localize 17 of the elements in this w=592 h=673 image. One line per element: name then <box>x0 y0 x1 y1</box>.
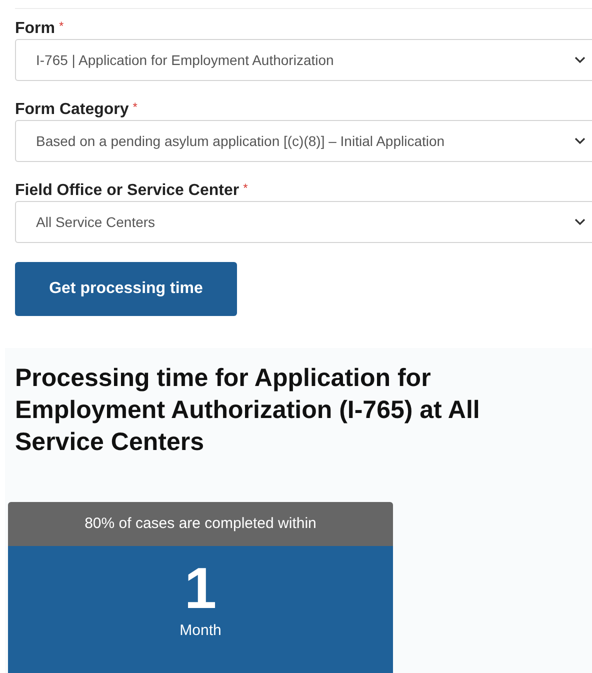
chevron-down-icon <box>574 137 586 145</box>
select-field[interactable]: All Service Centers <box>15 201 592 243</box>
chevron-down-icon <box>574 56 586 64</box>
required-mark: * <box>132 99 138 116</box>
field-label: Field Office or Service Center <box>15 181 240 201</box>
select-field[interactable]: Based on a pending asylum application [(c)(8)] – Initial Application <box>15 120 592 162</box>
submit-button[interactable]: Get processing time <box>15 262 237 316</box>
results-heading: Processing time for Application for Employment Authorization (I-765) at All Service Centers <box>14 363 481 458</box>
required-mark: * <box>59 18 64 35</box>
time-unit: Month <box>180 621 222 641</box>
required-mark: * <box>243 180 248 197</box>
select-field[interactable]: I-765 | Application for Employment Authorization <box>15 39 592 81</box>
time-number: 1 <box>184 560 217 618</box>
chevron-down-icon <box>574 218 586 226</box>
field-label: Form Category <box>15 100 129 120</box>
field-label: Form <box>15 19 55 39</box>
card-caption: 80% of cases are completed within <box>84 514 316 534</box>
